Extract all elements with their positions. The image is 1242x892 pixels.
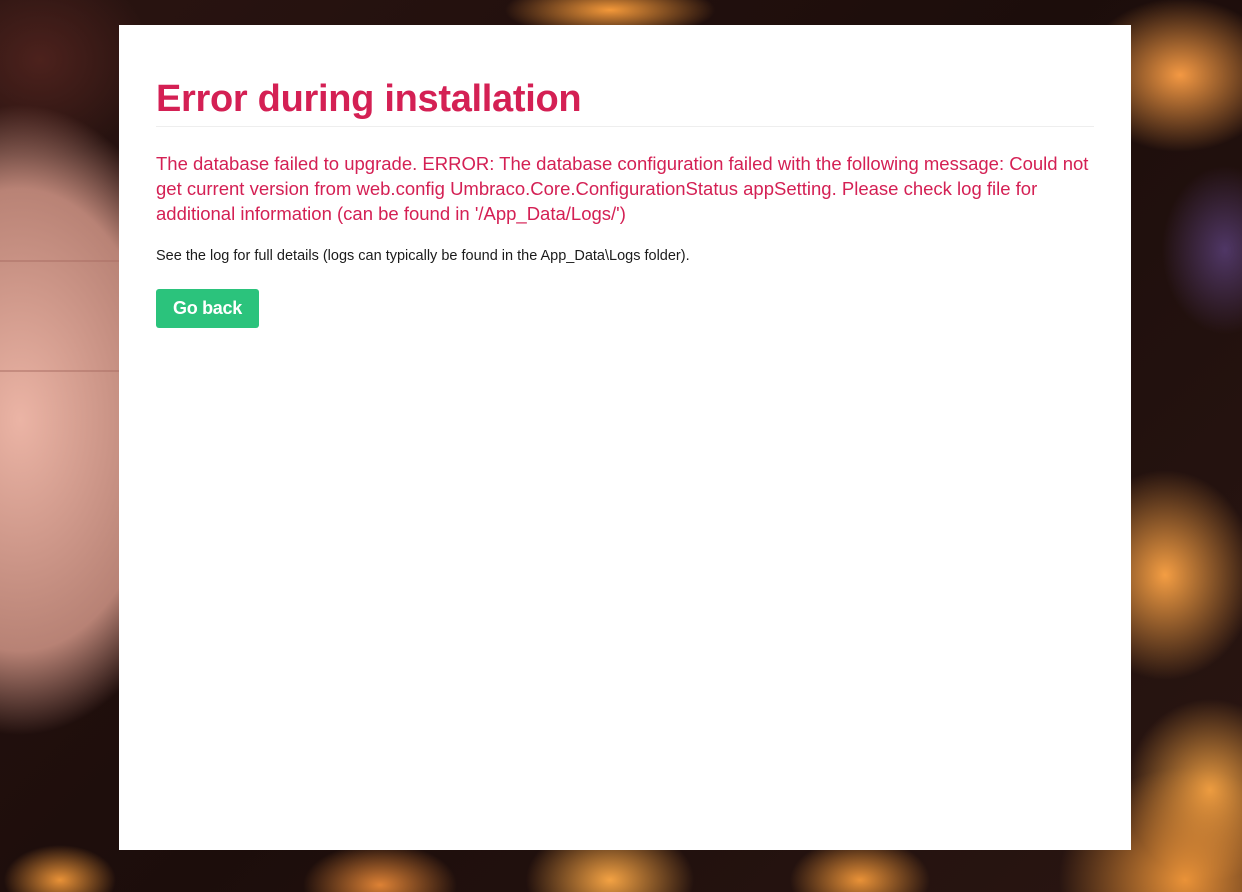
background-detail bbox=[0, 260, 120, 262]
installer-panel: Error during installation The database f… bbox=[119, 25, 1131, 850]
log-details-text: See the log for full details (logs can t… bbox=[156, 248, 690, 264]
go-back-button[interactable]: Go back bbox=[156, 289, 259, 328]
title-divider bbox=[156, 126, 1094, 127]
error-message: The database failed to upgrade. ERROR: T… bbox=[156, 153, 1089, 224]
page-title: Error during installation bbox=[156, 78, 582, 120]
background-detail bbox=[0, 370, 120, 372]
